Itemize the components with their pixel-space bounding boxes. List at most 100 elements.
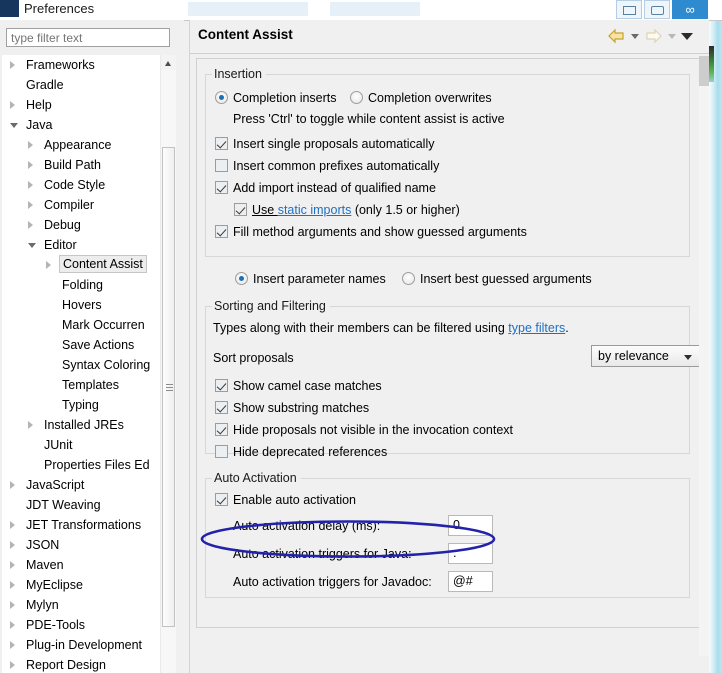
sidebar-item-frameworks[interactable]: Frameworks	[2, 55, 160, 75]
sidebar-item-debug[interactable]: Debug	[2, 215, 160, 235]
chevron-right-icon[interactable]	[28, 201, 33, 209]
chevron-right-icon[interactable]	[10, 601, 15, 609]
sidebar-item-label: Plug-in Development	[26, 638, 143, 652]
checkbox-insert-single-proposals-label: Insert single proposals automatically	[233, 137, 435, 151]
sidebar-item-myeclipse[interactable]: MyEclipse	[2, 575, 160, 595]
sidebar-item-mark-occurren[interactable]: Mark Occurren	[2, 315, 160, 335]
sidebar-item-plug-in-development[interactable]: Plug-in Development	[2, 635, 160, 655]
sidebar-item-compiler[interactable]: Compiler	[2, 195, 160, 215]
scroll-up-arrow-icon[interactable]	[161, 55, 176, 70]
checkbox-insert-common-prefixes[interactable]: Insert common prefixes automatically	[215, 159, 439, 173]
checkbox-show-substring[interactable]: Show substring matches	[215, 401, 369, 415]
sidebar-item-jdt-weaving[interactable]: JDT Weaving	[2, 495, 160, 515]
chevron-right-icon[interactable]	[10, 641, 15, 649]
radio-indicator	[235, 272, 248, 285]
sidebar-item-syntax-coloring[interactable]: Syntax Coloring	[2, 355, 160, 375]
sidebar-item-report-design[interactable]: Report Design	[2, 655, 160, 673]
sorting-group: Sorting and Filtering Types along with t…	[205, 299, 701, 459]
header-divider	[190, 53, 709, 54]
tree-scrollbar-thumb[interactable]	[162, 147, 175, 627]
preferences-tree[interactable]: Frameworks Gradle Help Java Appearance Build …	[2, 55, 160, 673]
minimize-button[interactable]	[616, 0, 642, 19]
sidebar-item-pde-tools[interactable]: PDE-Tools	[2, 615, 160, 635]
chevron-right-icon[interactable]	[10, 581, 15, 589]
chevron-right-icon[interactable]	[28, 161, 33, 169]
checkbox-enable-auto-activation[interactable]: Enable auto activation	[215, 493, 356, 507]
restore-button[interactable]	[644, 0, 670, 19]
auto-activation-java-input[interactable]: .	[448, 543, 493, 564]
sidebar-item-templates[interactable]: Templates	[2, 375, 160, 395]
radio-completion-inserts[interactable]: Completion inserts	[215, 91, 337, 105]
insertion-group: Insertion Completion inserts Completion …	[205, 67, 690, 257]
checkbox-fill-method-arguments[interactable]: Fill method arguments and show guessed a…	[215, 225, 527, 239]
chevron-right-icon[interactable]	[28, 421, 33, 429]
search-input[interactable]	[7, 29, 169, 47]
chevron-down-icon[interactable]	[28, 243, 36, 248]
chevron-right-icon[interactable]	[46, 261, 51, 269]
sidebar-item-folding[interactable]: Folding	[2, 275, 160, 295]
chevron-right-icon[interactable]	[10, 481, 15, 489]
auto-activation-delay-input[interactable]: 0	[448, 515, 493, 536]
chevron-right-icon[interactable]	[10, 621, 15, 629]
content-scrollbar[interactable]	[699, 56, 709, 656]
sidebar-item-content-assist[interactable]: Content Assist	[2, 255, 160, 275]
type-filters-link[interactable]: type filters	[508, 321, 565, 335]
radio-insert-parameter-names[interactable]: Insert parameter names	[235, 272, 386, 286]
chevron-right-icon[interactable]	[10, 61, 15, 69]
sidebar-item-javascript[interactable]: JavaScript	[2, 475, 160, 495]
checkbox-show-camel-case[interactable]: Show camel case matches	[215, 379, 382, 393]
sidebar-item-jet-transformations[interactable]: JET Transformations	[2, 515, 160, 535]
sidebar-item-json[interactable]: JSON	[2, 535, 160, 555]
sidebar-item-label: Properties Files Ed	[44, 458, 150, 472]
sidebar-item-code-style[interactable]: Code Style	[2, 175, 160, 195]
checkbox-use-static-imports[interactable]: Use static imports (only 1.5 or higher)	[234, 203, 460, 217]
preferences-sidebar: Frameworks Gradle Help Java Appearance Build …	[0, 20, 184, 673]
sidebar-item-gradle[interactable]: Gradle	[2, 75, 160, 95]
chevron-right-icon[interactable]	[10, 661, 15, 669]
sort-proposals-select[interactable]: by relevance	[591, 345, 701, 367]
sidebar-item-installed-jres[interactable]: Installed JREs	[2, 415, 160, 435]
view-menu-chevron-down-icon[interactable]	[681, 32, 693, 40]
chevron-right-icon[interactable]	[10, 521, 15, 529]
sidebar-item-save-actions[interactable]: Save Actions	[2, 335, 160, 355]
content-scrollbar-thumb[interactable]	[699, 56, 709, 86]
sidebar-item-junit[interactable]: JUnit	[2, 435, 160, 455]
sidebar-item-appearance[interactable]: Appearance	[2, 135, 160, 155]
chevron-right-icon[interactable]	[10, 561, 15, 569]
chevron-right-icon[interactable]	[10, 541, 15, 549]
checkbox-hide-not-visible-label: Hide proposals not visible in the invoca…	[233, 423, 514, 437]
checkbox-hide-not-visible[interactable]: Hide proposals not visible in the invoca…	[215, 423, 513, 437]
tree-scrollbar[interactable]	[160, 55, 176, 673]
sidebar-item-build-path[interactable]: Build Path	[2, 155, 160, 175]
checkbox-add-import[interactable]: Add import instead of qualified name	[215, 181, 436, 195]
sidebar-item-editor[interactable]: Editor	[2, 235, 160, 255]
sidebar-item-maven[interactable]: Maven	[2, 555, 160, 575]
checkbox-indicator	[215, 401, 228, 414]
chevron-down-icon	[684, 355, 692, 360]
sidebar-item-properties-files-ed[interactable]: Properties Files Ed	[2, 455, 160, 475]
filter-box[interactable]	[6, 28, 170, 47]
radio-completion-overwrites[interactable]: Completion overwrites	[350, 91, 492, 105]
back-arrow-icon[interactable]	[607, 28, 626, 44]
sidebar-item-mylyn[interactable]: Mylyn	[2, 595, 160, 615]
chevron-right-icon[interactable]	[28, 141, 33, 149]
static-imports-link[interactable]: static imports	[278, 203, 352, 217]
chevron-down-icon[interactable]	[10, 123, 18, 128]
infinity-button[interactable]: ∞	[672, 0, 708, 19]
chevron-right-icon[interactable]	[10, 101, 15, 109]
radio-insert-best-guessed[interactable]: Insert best guessed arguments	[402, 272, 592, 286]
checkbox-hide-deprecated-label: Hide deprecated references	[233, 445, 388, 459]
chevron-right-icon[interactable]	[28, 221, 33, 229]
sidebar-item-java[interactable]: Java	[2, 115, 160, 135]
sidebar-item-help[interactable]: Help	[2, 95, 160, 115]
checkbox-hide-deprecated[interactable]: Hide deprecated references	[215, 445, 387, 459]
sidebar-item-hovers[interactable]: Hovers	[2, 295, 160, 315]
sidebar-item-label: Help	[26, 98, 52, 112]
checkbox-insert-single-proposals[interactable]: Insert single proposals automatically	[215, 137, 435, 151]
radio-insert-best-guessed-label: Insert best guessed arguments	[420, 272, 592, 286]
back-history-chevron-down-icon[interactable]	[631, 33, 639, 39]
chevron-right-icon[interactable]	[28, 181, 33, 189]
auto-activation-javadoc-input[interactable]: @#	[448, 571, 493, 592]
sidebar-item-typing[interactable]: Typing	[2, 395, 160, 415]
checkbox-indicator	[215, 445, 228, 458]
